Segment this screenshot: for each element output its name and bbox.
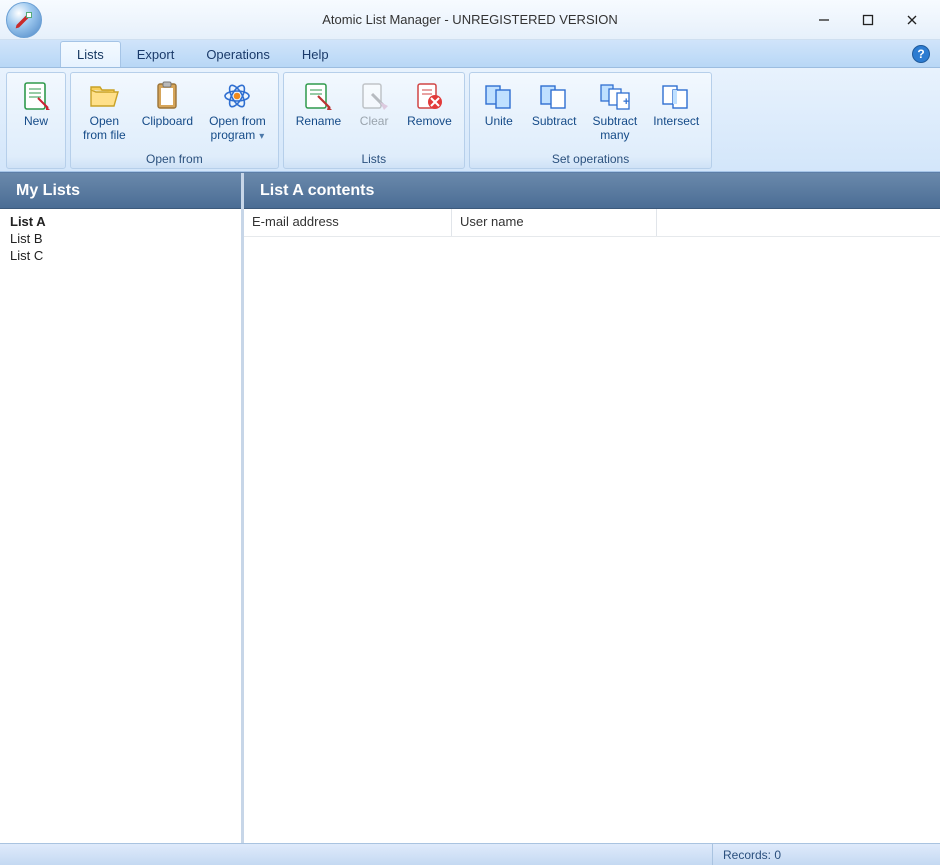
- ribbon-group-new: New: [6, 72, 66, 169]
- atom-icon: [220, 79, 254, 113]
- subtract-many-icon: +: [598, 79, 632, 113]
- intersect-label: Intersect: [653, 115, 699, 129]
- clipboard-button[interactable]: Clipboard: [134, 75, 201, 150]
- open-from-program-button[interactable]: Open from program▾: [201, 75, 274, 150]
- intersect-icon: [659, 79, 693, 113]
- sidebar-title: My Lists: [0, 173, 241, 209]
- unite-icon: [482, 79, 516, 113]
- tab-help[interactable]: Help: [286, 42, 345, 67]
- ribbon-group-setops: Unite Subtract + Subtract many Intersect: [469, 72, 712, 169]
- clipboard-label: Clipboard: [142, 115, 193, 129]
- titlebar: Atomic List Manager - UNREGISTERED VERSI…: [0, 0, 940, 40]
- subtract-icon: [537, 79, 571, 113]
- column-username[interactable]: User name: [452, 209, 657, 236]
- new-list-icon: [19, 79, 53, 113]
- subtract-button[interactable]: Subtract: [524, 75, 585, 150]
- minimize-button[interactable]: [802, 6, 846, 34]
- app-icon[interactable]: [6, 2, 42, 38]
- ribbon: New Open from file Clipboard: [0, 68, 940, 172]
- clipboard-icon: [150, 79, 184, 113]
- table-header: E-mail address User name: [244, 209, 940, 237]
- group-openfrom-label: Open from: [75, 150, 274, 168]
- clear-icon: [357, 79, 391, 113]
- statusbar: Records: 0: [0, 843, 940, 865]
- rename-button[interactable]: Rename: [288, 75, 349, 150]
- content-area: List A contents E-mail address User name: [244, 173, 940, 843]
- remove-label: Remove: [407, 115, 452, 129]
- sidebar: My Lists List A List B List C: [0, 173, 244, 843]
- remove-button[interactable]: Remove: [399, 75, 460, 150]
- tab-lists[interactable]: Lists: [60, 41, 121, 67]
- intersect-button[interactable]: Intersect: [645, 75, 707, 150]
- subtract-label: Subtract: [532, 115, 577, 129]
- list-item-b[interactable]: List B: [0, 230, 241, 247]
- dropdown-arrow-icon: ▾: [259, 131, 264, 142]
- rename-label: Rename: [296, 115, 341, 129]
- clear-label: Clear: [360, 115, 389, 129]
- group-setops-label: Set operations: [474, 150, 707, 168]
- help-icon[interactable]: ?: [912, 45, 930, 63]
- unite-label: Unite: [485, 115, 513, 129]
- window-controls: [802, 0, 934, 40]
- remove-icon: [412, 79, 446, 113]
- unite-button[interactable]: Unite: [474, 75, 524, 150]
- new-button[interactable]: New: [11, 75, 61, 150]
- list-item-a[interactable]: List A: [0, 213, 241, 230]
- records-count: Records: 0: [712, 844, 940, 865]
- new-label: New: [24, 115, 48, 129]
- main-area: My Lists List A List B List C List A con…: [0, 172, 940, 843]
- open-from-file-label: Open from file: [83, 115, 126, 143]
- maximize-button[interactable]: [846, 6, 890, 34]
- ribbon-group-lists: Rename Clear Remove Lists: [283, 72, 465, 169]
- rename-icon: [301, 79, 335, 113]
- svg-text:+: +: [623, 96, 629, 108]
- column-email[interactable]: E-mail address: [244, 209, 452, 236]
- list-item-c[interactable]: List C: [0, 247, 241, 264]
- sidebar-list: List A List B List C: [0, 209, 241, 268]
- folder-open-icon: [87, 79, 121, 113]
- content-title: List A contents: [244, 173, 940, 209]
- subtract-many-button[interactable]: + Subtract many: [585, 75, 646, 150]
- ribbon-group-openfrom: Open from file Clipboard Open from progr…: [70, 72, 279, 169]
- window-title: Atomic List Manager - UNREGISTERED VERSI…: [0, 12, 940, 27]
- tab-operations[interactable]: Operations: [190, 42, 286, 67]
- tab-export[interactable]: Export: [121, 42, 191, 67]
- group-lists-label: Lists: [288, 150, 460, 168]
- subtract-many-label: Subtract many: [593, 115, 638, 143]
- clear-button[interactable]: Clear: [349, 75, 399, 150]
- open-from-program-label: Open from program▾: [209, 115, 266, 143]
- close-button[interactable]: [890, 6, 934, 34]
- tab-row: Lists Export Operations Help ?: [0, 40, 940, 68]
- open-from-file-button[interactable]: Open from file: [75, 75, 134, 150]
